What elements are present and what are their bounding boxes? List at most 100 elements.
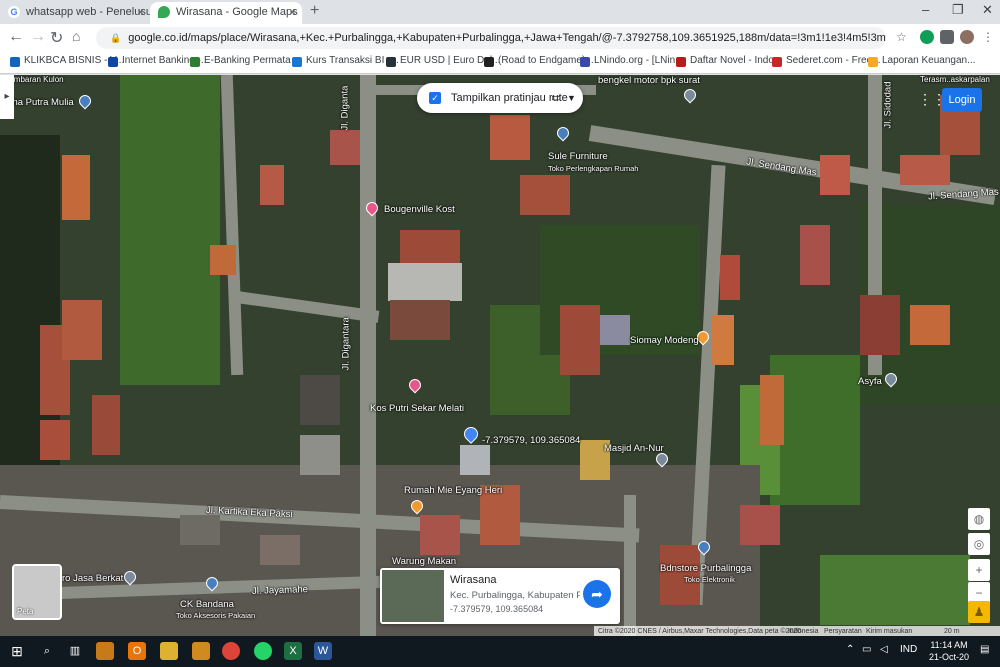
bookmark-item[interactable]: (Road to Endgame)... bbox=[484, 55, 594, 67]
menu-dots-icon[interactable]: ⋮ bbox=[982, 30, 996, 44]
minimize-icon[interactable]: – bbox=[922, 2, 929, 17]
music-app-icon[interactable] bbox=[192, 642, 210, 660]
terms-link[interactable]: Persyaratan bbox=[824, 626, 862, 636]
back-icon[interactable]: ← bbox=[8, 28, 24, 46]
windows-taskbar: ⊞ ⌕ ▥ O X W ⌃ ▭ ◁ IND 11:14 AM 21-Oct-20… bbox=[0, 636, 1000, 667]
file-explorer-icon[interactable] bbox=[160, 642, 178, 660]
dropped-pin-coords[interactable]: -7.379579, 109.365084 bbox=[482, 435, 580, 446]
feedback-link[interactable]: Kirim masukan bbox=[866, 626, 912, 636]
place-label: Toko Elektronik bbox=[684, 575, 735, 584]
expand-side-panel-button[interactable]: ▸ bbox=[0, 75, 14, 119]
language-indicator[interactable]: IND bbox=[900, 644, 917, 655]
place-label[interactable]: ro Jasa Berkat bbox=[62, 573, 123, 584]
puzzle-icon[interactable] bbox=[940, 30, 954, 44]
country-link[interactable]: Indonesia bbox=[788, 626, 818, 636]
forward-icon[interactable]: → bbox=[30, 28, 46, 46]
roof bbox=[910, 305, 950, 345]
close-window-icon[interactable]: ✕ bbox=[982, 2, 993, 18]
bookmark-label: E-Banking Permata bbox=[204, 55, 291, 66]
globe-toggle-button[interactable]: ◍ bbox=[968, 508, 990, 530]
bookmark-item[interactable]: E-Banking Permata bbox=[190, 55, 291, 67]
outlook-icon[interactable]: O bbox=[128, 642, 146, 660]
place-subtitle: Kec. Purbalingga, Kabupaten Purb... bbox=[450, 590, 580, 601]
pegman-icon[interactable]: ♟ bbox=[968, 601, 990, 623]
close-tab-icon[interactable]: × bbox=[137, 2, 144, 22]
task-view-icon[interactable]: ▥ bbox=[66, 642, 84, 660]
roof bbox=[490, 115, 530, 160]
place-info-card[interactable]: Wirasana Kec. Purbalingga, Kabupaten Pur… bbox=[380, 568, 620, 624]
roof bbox=[760, 375, 784, 445]
place-label[interactable]: Bougenville Kost bbox=[384, 204, 455, 215]
roof bbox=[400, 230, 460, 265]
shop-pin-icon[interactable] bbox=[681, 86, 699, 104]
bookmark-item[interactable]: Kurs Transaksi BI -... bbox=[292, 55, 399, 67]
lodging-pin-icon[interactable] bbox=[406, 376, 424, 394]
roof bbox=[180, 515, 220, 545]
chevron-down-icon[interactable]: ▼ bbox=[567, 83, 576, 113]
network-icon[interactable]: ▭ bbox=[862, 644, 871, 655]
reload-icon[interactable]: ↻ bbox=[50, 28, 63, 48]
zoom-in-button[interactable]: + bbox=[968, 559, 990, 581]
scale-label[interactable]: 20 m bbox=[944, 626, 960, 636]
my-location-button[interactable]: ◎ bbox=[968, 533, 990, 555]
extension-green-icon[interactable] bbox=[920, 30, 934, 44]
notifications-icon[interactable]: ▤ bbox=[980, 644, 989, 655]
map-canvas[interactable]: Bina Putra Mulia Kembaran Kulon bengkel … bbox=[0, 75, 1000, 636]
place-label[interactable]: Bdnstore Purbalingga bbox=[660, 563, 751, 574]
directions-button[interactable]: ➦ bbox=[583, 580, 611, 608]
place-label[interactable]: Rumah Mie Eyang Heri bbox=[404, 485, 502, 496]
tab-title: Wirasana - Google Maps bbox=[176, 6, 298, 18]
route-preview-toggle[interactable]: ✓ Tampilkan pratinjau rute ▭ ▼ bbox=[417, 83, 583, 113]
star-icon[interactable]: ☆ bbox=[896, 30, 910, 44]
tab-whatsapp-search[interactable]: G whatsapp web - Penelusuran Go × bbox=[0, 2, 150, 24]
bookmark-item[interactable]: Laporan Keuangan... bbox=[868, 55, 975, 67]
road-center-diagonal bbox=[229, 290, 380, 323]
bookmark-favicon-icon bbox=[676, 57, 686, 67]
word-icon[interactable]: W bbox=[314, 642, 332, 660]
checkbox-checked-icon[interactable]: ✓ bbox=[429, 92, 441, 104]
address-bar[interactable]: 🔒 google.co.id/maps/place/Wirasana,+Kec.… bbox=[96, 27, 886, 49]
google-maps-icon bbox=[158, 6, 170, 18]
place-label[interactable]: Bina Putra Mulia bbox=[4, 97, 74, 108]
maximize-icon[interactable]: ❐ bbox=[952, 2, 964, 18]
close-tab-icon[interactable]: × bbox=[289, 2, 296, 22]
school-pin-icon[interactable] bbox=[76, 92, 94, 110]
place-label[interactable]: bengkel motor bpk surat bbox=[598, 75, 700, 86]
avatar[interactable] bbox=[960, 30, 974, 44]
roof bbox=[520, 175, 570, 215]
place-thumbnail[interactable] bbox=[382, 570, 444, 622]
place-label[interactable]: Kos Putri Sekar Melati bbox=[370, 403, 464, 414]
place-label[interactable]: Warung Makan bbox=[392, 556, 456, 567]
shop-pin-icon[interactable] bbox=[554, 124, 572, 142]
search-icon[interactable]: ⌕ bbox=[38, 642, 56, 660]
whatsapp-icon[interactable] bbox=[254, 642, 272, 660]
bookmark-item[interactable]: LNindo.org - [LNin... bbox=[580, 55, 684, 67]
roof bbox=[712, 315, 734, 365]
bookmark-item[interactable]: Daftar Novel - Indo... bbox=[676, 55, 783, 67]
app-icon[interactable] bbox=[96, 642, 114, 660]
lock-icon: 🔒 bbox=[110, 33, 122, 43]
place-label[interactable]: Siomay Modeng bbox=[630, 335, 699, 346]
windows-start-icon[interactable]: ⊞ bbox=[8, 642, 26, 660]
bookmark-favicon-icon bbox=[580, 57, 590, 67]
road-label-jayamahe: Jl. Jayamahe bbox=[251, 584, 309, 597]
tab-google-maps[interactable]: Wirasana - Google Maps × bbox=[150, 2, 302, 24]
map-layer-toggle[interactable]: Peta bbox=[12, 564, 62, 620]
volume-icon[interactable]: ◁ bbox=[880, 644, 888, 655]
excel-icon[interactable]: X bbox=[284, 642, 302, 660]
google-g-icon: G bbox=[8, 6, 20, 18]
place-label[interactable]: CK Bandana bbox=[180, 599, 234, 610]
bookmark-item[interactable]: Sederet.com - Free... bbox=[772, 55, 880, 67]
chrome-icon[interactable] bbox=[222, 642, 240, 660]
place-label[interactable]: Sule Furniture bbox=[548, 151, 608, 162]
dropped-pin-icon[interactable] bbox=[461, 424, 481, 444]
place-label[interactable]: Masjid An-Nur bbox=[604, 443, 664, 454]
place-label[interactable]: Asyfa bbox=[858, 376, 882, 387]
new-tab-button[interactable]: + bbox=[310, 2, 319, 20]
home-icon[interactable]: ⌂ bbox=[72, 28, 80, 44]
tray-chevron-icon[interactable]: ⌃ bbox=[846, 644, 854, 655]
bookmark-label: Daftar Novel - Indo... bbox=[690, 55, 783, 66]
login-button[interactable]: Login bbox=[942, 88, 982, 112]
bookmark-favicon-icon bbox=[772, 57, 782, 67]
system-clock[interactable]: 11:14 AM 21-Oct-20 bbox=[924, 639, 974, 663]
